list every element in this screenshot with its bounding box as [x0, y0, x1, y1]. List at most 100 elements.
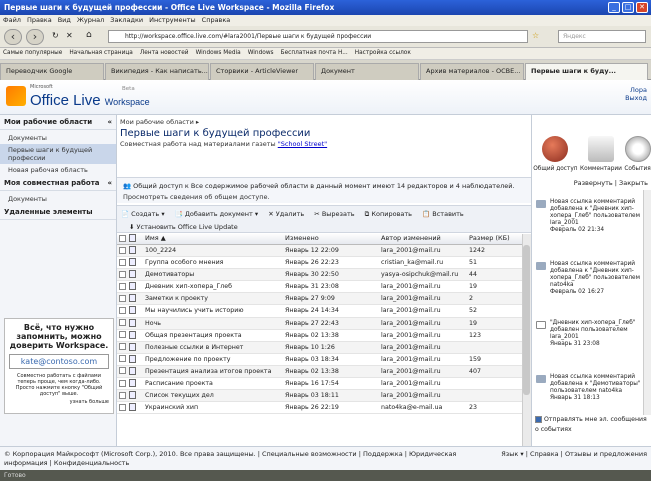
row-checkbox[interactable]: [117, 318, 129, 329]
event-item[interactable]: Новая ссылка комментарий добавлена к "Де…: [536, 374, 644, 402]
share-details-link[interactable]: Просмотреть сведения об общем доступе.: [123, 192, 525, 203]
scrollbar-thumb[interactable]: [523, 245, 530, 395]
checkbox[interactable]: [119, 403, 126, 411]
row-checkbox[interactable]: [117, 366, 129, 377]
sidebar-section-deleted[interactable]: Удаленные элементы: [0, 205, 116, 220]
table-row[interactable]: Украинский хип Январь 26 22:19 nato4ka@e-m…: [117, 402, 522, 415]
row-checkbox[interactable]: [117, 342, 129, 353]
checkbox[interactable]: [119, 270, 126, 278]
table-row[interactable]: Предложение по проекту Январь 03 18:34 lar…: [117, 354, 522, 366]
row-name[interactable]: Ночь: [143, 318, 283, 329]
sidebar-item-new-workspace[interactable]: Новая рабочая область: [0, 164, 116, 176]
forward-arrow-icon[interactable]: ›: [26, 29, 44, 45]
browser-tab-active[interactable]: Первые шаги к буду...: [525, 63, 648, 80]
maximize-button[interactable]: □: [622, 2, 634, 13]
row-checkbox[interactable]: [117, 402, 129, 413]
bookmark-item[interactable]: Windows Media: [196, 50, 241, 57]
row-name[interactable]: Дневник хип-хопера_Глеб: [143, 281, 283, 292]
help-link[interactable]: Справка: [530, 450, 559, 458]
checkbox[interactable]: [119, 367, 126, 375]
add-document-button[interactable]: 📑 Добавить документ ▾: [175, 210, 258, 218]
row-name[interactable]: Презентация анализа итогов проекта: [143, 366, 283, 377]
browser-tab[interactable]: Документ: [315, 63, 419, 80]
install-update-button[interactable]: ⬇ Установить Office Live Update: [129, 223, 238, 231]
paste-button[interactable]: 📋 Вставить: [422, 210, 464, 218]
table-row[interactable]: 100_2224 Январь 12 22:09 lara_2001@mail.ru…: [117, 245, 522, 258]
column-header-modified[interactable]: Изменено: [283, 234, 379, 244]
notify-option[interactable]: Отправлять мне эл. сообщения о событиях: [535, 415, 649, 435]
checkbox[interactable]: [119, 355, 126, 363]
table-row[interactable]: Полезные ссылки в Интернет Январь 10 1:26…: [117, 341, 522, 354]
table-row[interactable]: Группа особого мнения Январь 26 22:23 cris…: [117, 257, 522, 270]
browser-tab[interactable]: Переводчик Google: [0, 63, 104, 80]
checkbox[interactable]: [119, 331, 126, 339]
star-icon[interactable]: ☆: [532, 31, 539, 40]
checkbox[interactable]: [119, 379, 126, 387]
home-icon[interactable]: ⌂: [86, 30, 92, 40]
table-row[interactable]: Демотиваторы Январь 30 22:50 yasya-osipchu…: [117, 269, 522, 282]
bookmark-item[interactable]: Начальная страница: [69, 50, 133, 57]
menu-help[interactable]: Справка: [202, 16, 231, 25]
row-checkbox[interactable]: [117, 354, 129, 365]
reload-icon[interactable]: ↻: [52, 31, 59, 40]
row-checkbox[interactable]: [117, 281, 129, 292]
notify-checkbox[interactable]: [535, 415, 542, 423]
minimize-button[interactable]: _: [608, 2, 620, 13]
checkbox[interactable]: [119, 234, 126, 242]
back-arrow-icon[interactable]: ‹: [4, 29, 22, 45]
table-row[interactable]: Расписание проекта Январь 16 17:54 lara_20…: [117, 378, 522, 391]
sidebar-item-shared-documents[interactable]: Документы: [0, 191, 116, 205]
event-item[interactable]: Новая ссылка комментарий добавлена к "Дн…: [536, 261, 644, 296]
checkbox[interactable]: [119, 391, 126, 399]
bookmark-item[interactable]: Windows: [248, 50, 274, 57]
select-all-checkbox[interactable]: [117, 234, 129, 244]
events-panel-button[interactable]: События: [624, 136, 651, 172]
menu-edit[interactable]: Правка: [27, 16, 52, 25]
user-name[interactable]: Лора: [625, 86, 647, 94]
table-row[interactable]: Список текущих дел Январь 03 18:11 lara_20…: [117, 390, 522, 403]
column-header-size[interactable]: Размер (КБ): [467, 234, 522, 244]
row-checkbox[interactable]: [117, 378, 129, 389]
browser-tab[interactable]: Сторвики - ArticleViewer: [210, 63, 314, 80]
table-row[interactable]: Презентация анализа итогов проекта Январь…: [117, 365, 522, 379]
table-row[interactable]: Заметки к проекту Январь 27 9:09 lara_2001…: [117, 293, 522, 306]
row-name[interactable]: Общая презентация проекта: [143, 330, 283, 341]
panel-scrollbar[interactable]: [643, 190, 651, 415]
menu-tools[interactable]: Инструменты: [149, 16, 196, 25]
bookmark-item[interactable]: Лента новостей: [140, 50, 189, 57]
signout-link[interactable]: Выход: [625, 94, 647, 102]
row-name[interactable]: Украинский хип: [143, 402, 283, 413]
event-item[interactable]: Новая ссылка комментарий добавлена к "Дн…: [536, 199, 644, 234]
cut-button[interactable]: ✂ Вырезать: [314, 210, 354, 218]
column-header-name[interactable]: Имя ▲: [143, 234, 283, 244]
subtitle-link[interactable]: "School Street": [278, 140, 327, 148]
row-checkbox[interactable]: [117, 269, 129, 280]
breadcrumb[interactable]: Мои рабочие области ▸: [120, 118, 199, 126]
row-name[interactable]: Предложение по проекту: [143, 354, 283, 365]
checkbox[interactable]: [119, 294, 126, 302]
bookmark-item[interactable]: Самые популярные: [3, 50, 62, 57]
close-button[interactable]: ✕: [636, 2, 648, 13]
row-name[interactable]: Заметки к проекту: [143, 293, 283, 304]
collapse-icon[interactable]: «: [107, 179, 112, 187]
collapse-icon[interactable]: «: [107, 118, 112, 126]
row-name[interactable]: Демотиваторы: [143, 269, 283, 280]
browser-tab[interactable]: Википедия - Как написать...: [105, 63, 209, 80]
close-link[interactable]: Закрыть: [619, 179, 648, 187]
stop-icon[interactable]: ✕: [66, 31, 73, 40]
table-row[interactable]: Ночь Январь 27 22:43 lara_2001@mail.ru 19: [117, 317, 522, 330]
row-name[interactable]: 100_2224: [143, 245, 283, 256]
event-item[interactable]: "Дневник хип-хопера_Глеб" добавлен польз…: [536, 320, 644, 348]
row-checkbox[interactable]: [117, 293, 129, 304]
checkbox[interactable]: [119, 343, 126, 351]
create-button[interactable]: 📄 Создать ▾: [121, 210, 165, 218]
table-row[interactable]: Дневник хип-хопера_Глеб Январь 31 23:08 la…: [117, 281, 522, 294]
column-header-author[interactable]: Автор изменений: [379, 234, 467, 244]
sidebar-item-documents[interactable]: Документы: [0, 130, 116, 144]
comments-panel-button[interactable]: Комментарии: [580, 136, 622, 172]
checkbox[interactable]: [119, 246, 126, 254]
row-name[interactable]: Расписание проекта: [143, 378, 283, 389]
row-checkbox[interactable]: [117, 390, 129, 401]
bookmark-item[interactable]: Бесплатная почта H...: [281, 50, 348, 57]
row-name[interactable]: Мы научились учить историю: [143, 305, 283, 316]
